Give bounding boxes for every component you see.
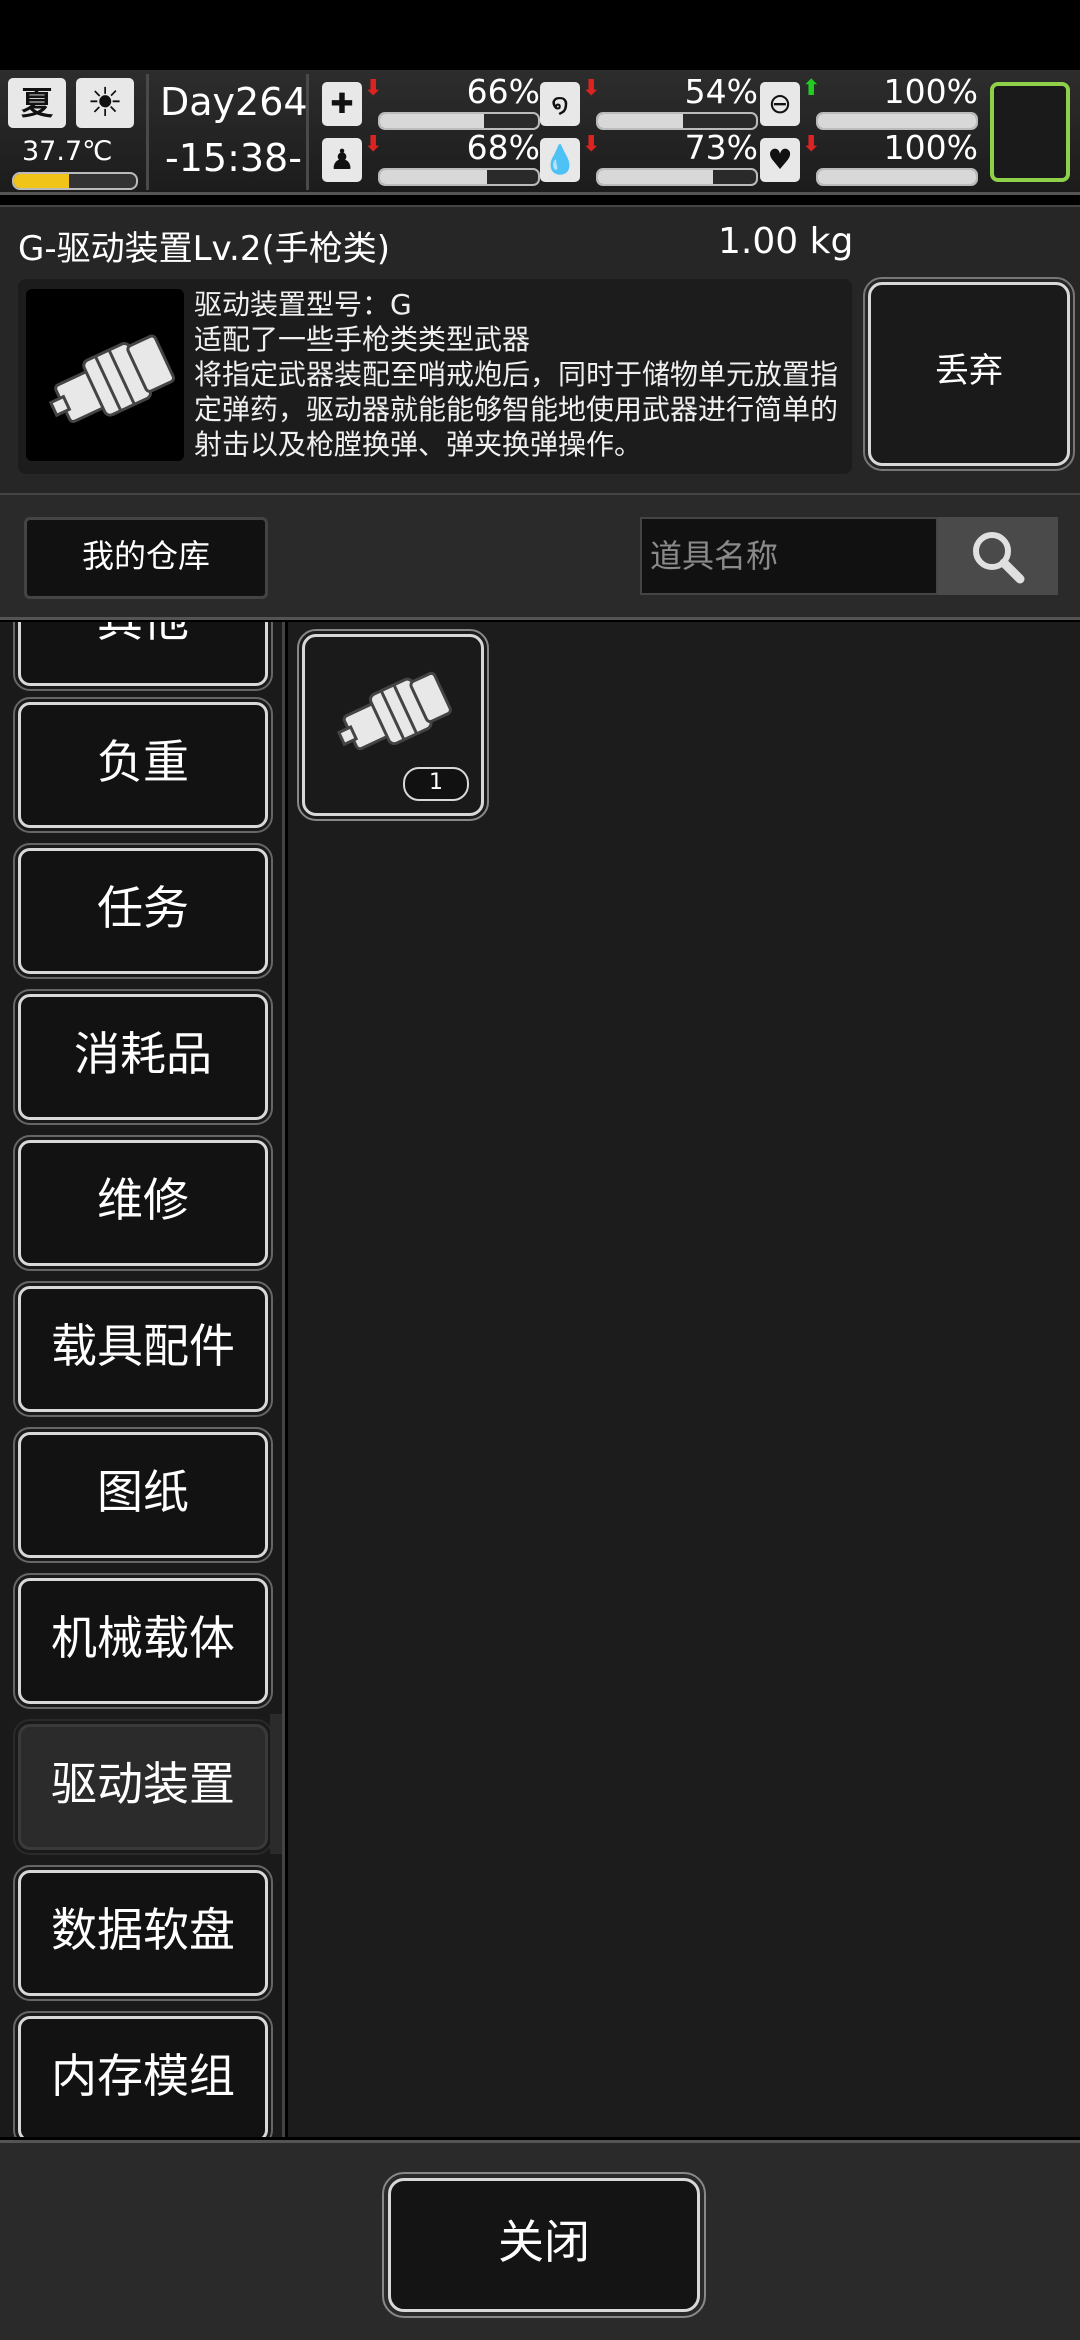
category-blueprints[interactable]: 图纸 [13,1427,273,1563]
inventory-grid: 1 [288,622,1080,2137]
mood-stat: ♥ ⬇ 100% [760,128,978,187]
divider [146,74,149,190]
category-vehicle-parts[interactable]: 载具配件 [13,1281,273,1417]
water-drop-icon: 💧 [540,138,580,182]
health-stat: ✚ ⬇ 66% [322,72,540,131]
category-other[interactable]: 其他 [13,622,273,691]
arrow-down-icon: ⬇ [582,76,601,101]
sidebar-scrollbar[interactable] [270,1714,282,1854]
search-icon [973,532,1025,584]
category-consumables[interactable]: 消耗品 [13,989,273,1125]
temperature-bar-fill [14,174,69,188]
game-clock: -15:38- [165,136,302,180]
drive-device-icon [26,289,184,461]
item-description-box: 驱动装置型号：G 适配了一些手枪类类型武器 将指定武器装配至哨戒炮后，同时于储物… [18,279,852,474]
day-counter: Day264 [160,80,308,124]
pill-icon: ⊖ [760,82,800,126]
category-load[interactable]: 负重 [13,697,273,833]
category-memory-module[interactable]: 内存模组 [13,2011,273,2137]
arrow-down-icon: ⬇ [364,132,383,157]
bottom-bar: 关闭 [0,2140,1080,2340]
arrow-down-icon: ⬇ [364,76,383,101]
close-button[interactable]: 关闭 [382,2172,706,2318]
arrow-down-icon: ⬇ [582,132,601,157]
thirst-stat: 💧 ⬇ 73% [540,128,758,187]
item-quantity-badge: 1 [403,767,469,801]
temperature-bar [12,172,138,190]
category-sidebar[interactable]: 其他 负重 任务 消耗品 维修 载具配件 图纸 机械载体 驱动装置 数据软盘 内… [0,622,285,2137]
stat-bar-fill [380,170,488,184]
stat-percent: 73% [684,128,758,167]
search-button[interactable] [938,517,1058,595]
stat-bar [378,168,540,186]
stat-bar-fill [818,114,976,128]
search-input[interactable] [640,517,938,595]
temperature-label: 37.7℃ [22,136,113,167]
arrow-down-icon: ⬇ [802,132,821,157]
stat-bar-fill [818,170,976,184]
stat-percent: 100% [883,128,978,167]
hunger-stat: ໑ ⬇ 54% [540,72,758,131]
stamina-stat: ♟ ⬇ 68% [322,128,540,187]
stat-percent: 54% [684,72,758,111]
category-mech-carrier[interactable]: 机械载体 [13,1573,273,1709]
status-bar: 夏 ☀ 37.7℃ Day264 -15:38- ✚ ⬇ 66% ໑ ⬇ 54%… [0,70,1080,195]
category-data-disk[interactable]: 数据软盘 [13,1865,273,2001]
item-detail-panel: G-驱动装置Lv.2(手枪类) 1.00 kg 驱动装置型号：G 适配了一些手枪… [0,205,1080,495]
medicine-stat: ⊖ ⬆ 100% [760,72,978,131]
category-drive-device[interactable]: 驱动装置 [13,1719,273,1855]
category-repair[interactable]: 维修 [13,1135,273,1271]
stat-bar [596,168,758,186]
health-icon: ✚ [322,82,362,126]
item-description: 驱动装置型号：G 适配了一些手枪类类型武器 将指定武器装配至哨戒炮后，同时于储物… [194,288,839,461]
item-title: G-驱动装置Lv.2(手枪类) [18,229,391,269]
equipped-slot[interactable] [990,82,1070,182]
heart-icon: ♥ [760,138,800,182]
stat-percent: 66% [466,72,540,111]
foot-icon: ♟ [322,138,362,182]
stat-bar-fill [598,114,684,128]
item-weight: 1.00 kg [718,221,854,262]
my-warehouse-button[interactable]: 我的仓库 [24,517,268,599]
stat-bar [816,168,978,186]
inventory-slot[interactable]: 1 [297,629,489,821]
stat-percent: 100% [883,72,978,111]
category-quest[interactable]: 任务 [13,843,273,979]
stomach-icon: ໑ [540,82,580,126]
discard-button[interactable]: 丢弃 [863,277,1075,471]
warehouse-bar: 我的仓库 [0,495,1080,620]
sun-icon: ☀ [76,78,134,128]
stat-bar-fill [380,114,485,128]
arrow-up-icon: ⬆ [802,76,821,101]
stat-bar-fill [598,170,714,184]
stat-percent: 68% [466,128,540,167]
divider [306,74,309,190]
season-badge: 夏 [8,78,66,128]
